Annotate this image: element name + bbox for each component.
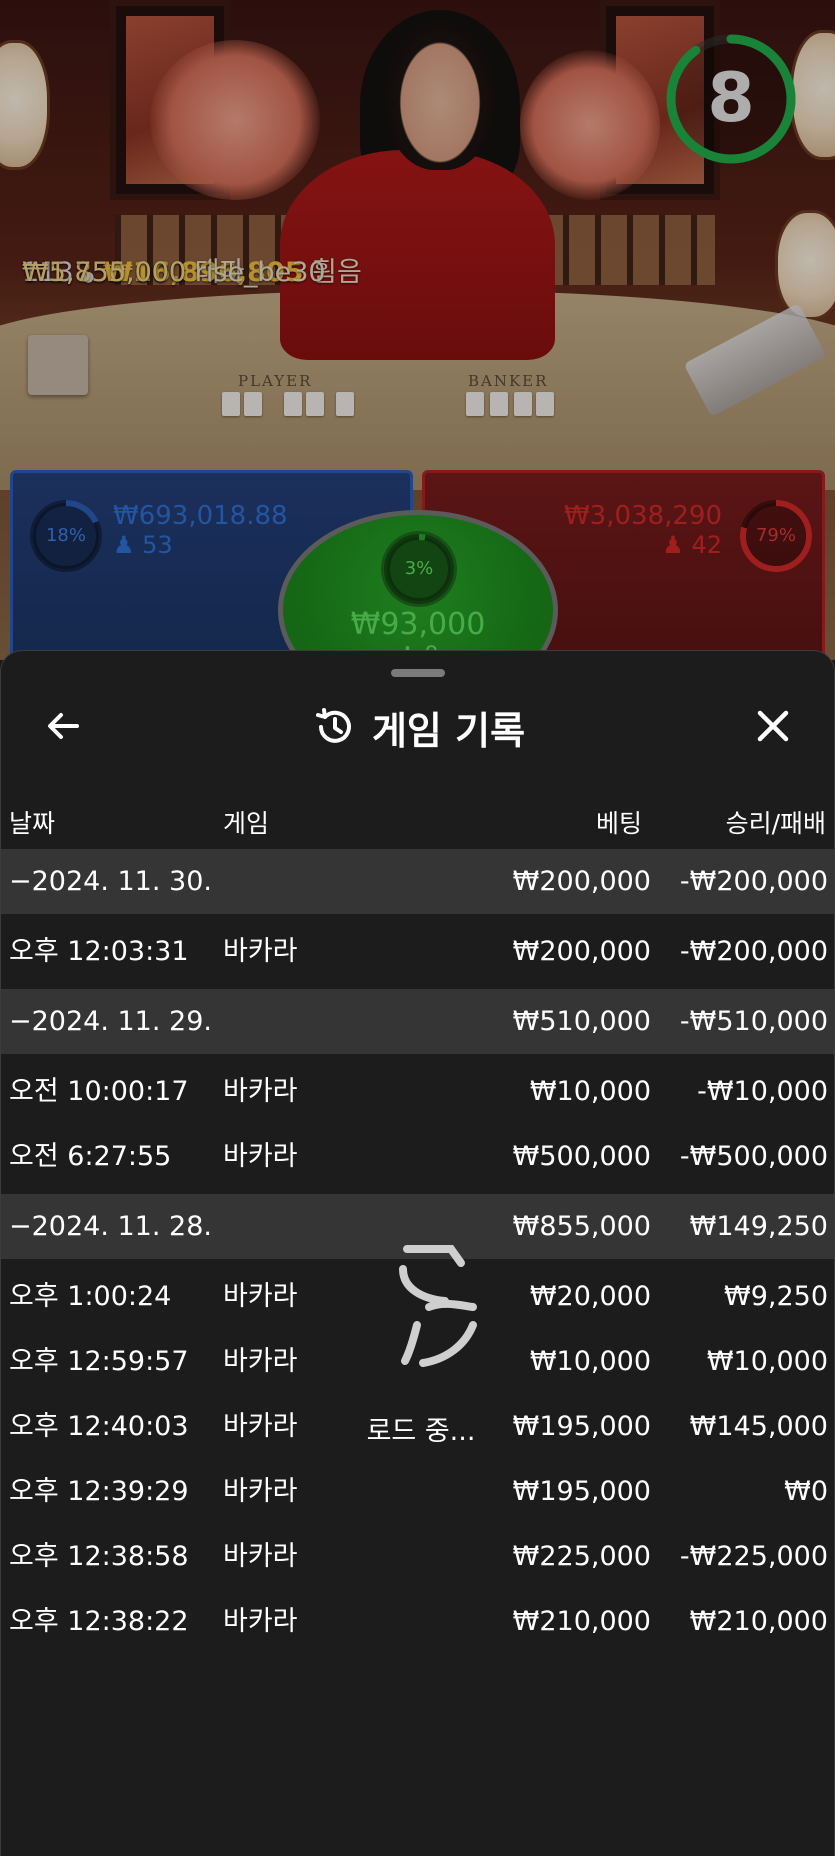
column-header-date: 날짜 xyxy=(9,809,56,838)
row-time: 오후 12:03:31 xyxy=(9,936,189,967)
history-row[interactable]: 오후 12:39:29 바카라 ₩195,000 ₩0 xyxy=(1,1459,834,1524)
sheet-header: 게임 기록 xyxy=(1,699,834,755)
column-header-bet: 베팅 xyxy=(595,809,642,838)
game-history-sheet: 게임 기록 날짜 게임 베팅 승리/패배 −2024. 11. 30. ₩200… xyxy=(0,650,835,1856)
column-header-result: 승리/패배 xyxy=(725,809,826,838)
row-bet: ₩210,000 xyxy=(512,1606,651,1637)
history-row[interactable]: 오전 6:27:55 바카라 ₩500,000 -₩500,000 xyxy=(1,1124,834,1189)
group-result-total: -₩510,000 xyxy=(679,1006,828,1037)
row-result: ₩9,250 xyxy=(724,1281,828,1312)
row-game: 바카라 xyxy=(223,1346,298,1377)
row-game: 바카라 xyxy=(223,1076,298,1107)
row-bet: ₩20,000 xyxy=(529,1281,651,1312)
row-result: ₩145,000 xyxy=(689,1411,828,1442)
row-bet: ₩10,000 xyxy=(529,1076,651,1107)
row-bet: ₩195,000 xyxy=(512,1476,651,1507)
group-bet-total: ₩200,000 xyxy=(512,866,651,897)
row-game: 바카라 xyxy=(223,1606,298,1637)
group-result-total: ₩149,250 xyxy=(689,1211,828,1242)
loading-indicator: 로드 중... xyxy=(351,1241,491,1448)
row-time: 오후 12:59:57 xyxy=(9,1346,189,1377)
group-bet-total: ₩855,000 xyxy=(512,1211,651,1242)
row-time: 오전 10:00:17 xyxy=(9,1076,189,1107)
history-row[interactable]: 오전 10:00:17 바카라 ₩10,000 -₩10,000 xyxy=(1,1059,834,1124)
loading-spinner-icon xyxy=(398,1245,477,1367)
row-time: 오전 6:27:55 xyxy=(9,1141,172,1172)
row-result: ₩210,000 xyxy=(689,1606,828,1637)
close-icon xyxy=(757,710,789,742)
group-date: −2024. 11. 28. xyxy=(9,1211,212,1242)
row-bet: ₩10,000 xyxy=(529,1346,651,1377)
row-time: 오후 12:39:29 xyxy=(9,1476,189,1507)
row-result: -₩10,000 xyxy=(697,1076,828,1107)
row-result: -₩500,000 xyxy=(679,1141,828,1172)
row-result: -₩200,000 xyxy=(679,936,828,967)
row-game: 바카라 xyxy=(223,1141,298,1172)
loading-text: 로드 중... xyxy=(366,1416,476,1447)
history-row[interactable]: 오후 12:38:22 바카라 ₩210,000 ₩210,000 xyxy=(1,1589,834,1654)
group-date: −2024. 11. 29. xyxy=(9,1006,212,1037)
video-dim-overlay xyxy=(0,0,835,660)
history-row[interactable]: 오후 12:03:31 바카라 ₩200,000 -₩200,000 xyxy=(1,919,834,984)
sheet-title: 게임 기록 xyxy=(371,708,526,753)
row-game: 바카라 xyxy=(223,1281,298,1312)
history-row[interactable]: 오후 12:38:58 바카라 ₩225,000 -₩225,000 xyxy=(1,1524,834,1589)
sheet-drag-handle[interactable] xyxy=(391,669,445,677)
row-time: 오후 12:40:03 xyxy=(9,1411,189,1442)
row-result: ₩10,000 xyxy=(706,1346,828,1377)
row-time: 오후 12:38:58 xyxy=(9,1541,189,1572)
row-game: 바카라 xyxy=(223,1476,298,1507)
row-bet: ₩500,000 xyxy=(512,1141,651,1172)
row-game: 바카라 xyxy=(223,1411,298,1442)
date-group-row[interactable]: −2024. 11. 29. ₩510,000 -₩510,000 xyxy=(1,989,834,1054)
row-bet: ₩225,000 xyxy=(512,1541,651,1572)
row-time: 오후 12:38:22 xyxy=(9,1606,189,1637)
group-result-total: -₩200,000 xyxy=(679,866,828,897)
close-button[interactable] xyxy=(743,696,803,756)
row-bet: ₩195,000 xyxy=(512,1411,651,1442)
row-result: -₩225,000 xyxy=(679,1541,828,1572)
row-game: 바카라 xyxy=(223,936,298,967)
group-bet-total: ₩510,000 xyxy=(512,1006,651,1037)
date-group-row[interactable]: −2024. 11. 30. ₩200,000 -₩200,000 xyxy=(1,849,834,914)
column-header-game: 게임 xyxy=(223,809,270,838)
live-video-stream: PLAYER BANKER 113 ● ₩16,896,805 휨음 ₩5,85… xyxy=(0,0,835,660)
row-bet: ₩200,000 xyxy=(512,936,651,967)
group-date: −2024. 11. 30. xyxy=(9,866,212,897)
row-game: 바카라 xyxy=(223,1541,298,1572)
history-icon xyxy=(315,708,351,743)
row-time: 오후 1:00:24 xyxy=(9,1281,172,1312)
row-result: ₩0 xyxy=(784,1476,828,1507)
